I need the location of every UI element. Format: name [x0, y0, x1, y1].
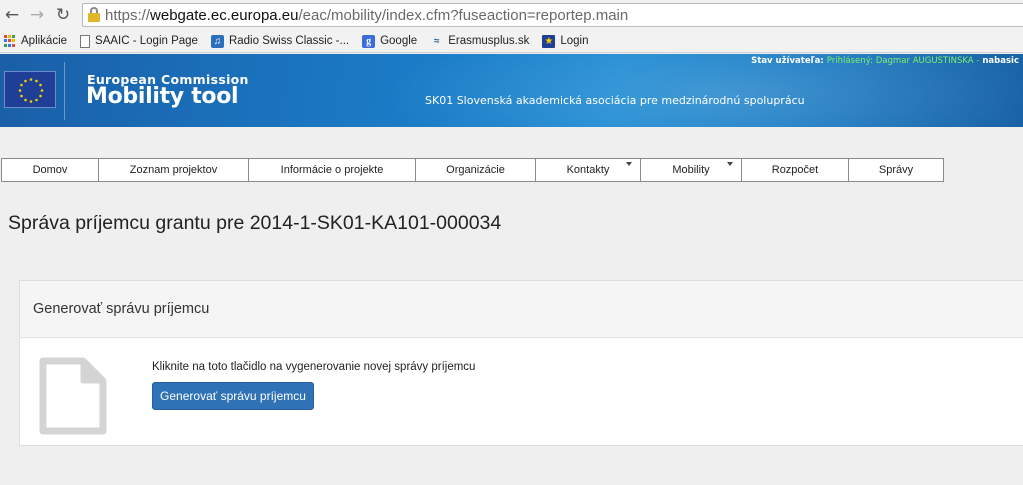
bookmark-saaic[interactable]: SAAIC - Login Page: [80, 34, 198, 48]
menu-item-spravy[interactable]: Správy: [849, 159, 943, 181]
reload-icon[interactable]: ↻: [53, 5, 73, 25]
menu-item-organizacie[interactable]: Organizácie: [416, 159, 536, 181]
chevron-down-icon: [626, 162, 632, 166]
user-role: nabasic: [982, 56, 1019, 66]
bookmark-label: Radio Swiss Classic -...: [228, 35, 350, 47]
forward-arrow-icon[interactable]: →: [27, 5, 47, 25]
url-host: webgate.ec.europa.eu: [150, 6, 299, 24]
menu-item-label: Domov: [32, 164, 68, 176]
url-scheme: https://: [105, 6, 151, 24]
generate-report-panel: Generovať správu príjemcu Kliknite na to…: [19, 280, 1023, 446]
bookmark-login[interactable]: ★ Login: [542, 34, 589, 48]
main-menu: Domov Zoznam projektov Informácie o proj…: [1, 158, 944, 182]
page-icon: [80, 34, 91, 48]
browser-address-row: ← → ↻ https://webgate.ec.europa.eu/eac/m…: [0, 0, 1023, 30]
organization-name: SK01 Slovenská akademická asociácia pre …: [425, 94, 805, 107]
menu-item-informacie-o-projekte[interactable]: Informácie o projekte: [249, 159, 416, 181]
banner-divider: [64, 62, 65, 120]
menu-item-label: Rozpočet: [771, 164, 819, 176]
url-path: /eac/mobility/index.cfm?fuseaction=repor…: [298, 6, 629, 24]
user-status: Stav užívateľa: Prihlásený: Dagmar AUGUS…: [751, 56, 1019, 66]
google-icon: g: [362, 34, 376, 48]
bookmark-label: SAAIC - Login Page: [95, 35, 198, 47]
menu-item-label: Kontakty: [566, 164, 610, 176]
bookmark-label: Login: [560, 35, 589, 47]
apps-grid-icon: [3, 34, 16, 48]
instruction-text: Kliknite na toto tlačidlo na vygenerovan…: [152, 361, 476, 373]
bookmark-erasmusplus[interactable]: ≈ Erasmusplus.sk: [430, 35, 529, 48]
back-arrow-icon[interactable]: ←: [2, 5, 22, 25]
logged-in-label: Prihlásený:: [826, 56, 873, 66]
chevron-down-icon: [727, 162, 733, 166]
bookmark-google[interactable]: g Google: [362, 34, 418, 48]
bookmark-label: Erasmusplus.sk: [448, 35, 530, 47]
user-name[interactable]: Dagmar AUGUSTINSKA -: [876, 56, 980, 66]
radio-icon: ♫: [210, 34, 224, 48]
menu-item-mobility[interactable]: Mobility: [641, 159, 742, 181]
address-bar[interactable]: https://webgate.ec.europa.eu/eac/mobilit…: [82, 3, 1023, 27]
document-icon: [39, 357, 107, 440]
menu-item-label: Mobility: [672, 164, 710, 176]
panel-heading: Generovať správu príjemcu: [20, 281, 1023, 338]
page-title: Správa príjemcu grantu pre 2014-1-SK01-K…: [8, 212, 502, 234]
user-status-prefix: Stav užívateľa:: [751, 56, 824, 66]
menu-item-label: Informácie o projekte: [280, 164, 384, 176]
eu-flag-logo: [4, 71, 56, 108]
menu-item-label: Organizácie: [446, 164, 505, 176]
bookmark-radio-swiss[interactable]: ♫ Radio Swiss Classic -...: [210, 34, 350, 48]
menu-item-kontakty[interactable]: Kontakty: [536, 159, 641, 181]
bookmark-apps[interactable]: Aplikácie: [3, 34, 68, 48]
lock-icon: [87, 7, 101, 23]
eu-flag-icon: ★: [542, 34, 556, 48]
menu-item-label: Zoznam projektov: [129, 164, 218, 176]
menu-item-label: Správy: [878, 164, 914, 176]
bookmark-label: Aplikácie: [21, 35, 68, 47]
bookmarks-bar: Aplikácie SAAIC - Login Page ♫ Radio Swi…: [0, 30, 1023, 53]
bookmark-label: Google: [380, 35, 418, 47]
erasmus-icon: ≈: [433, 35, 440, 47]
menu-item-domov[interactable]: Domov: [2, 159, 99, 181]
menu-item-zoznam-projektov[interactable]: Zoznam projektov: [99, 159, 249, 181]
menu-item-rozpocet[interactable]: Rozpočet: [742, 159, 849, 181]
generate-report-button[interactable]: Generovať správu príjemcu: [152, 382, 314, 410]
app-name: Mobility tool: [86, 84, 239, 109]
